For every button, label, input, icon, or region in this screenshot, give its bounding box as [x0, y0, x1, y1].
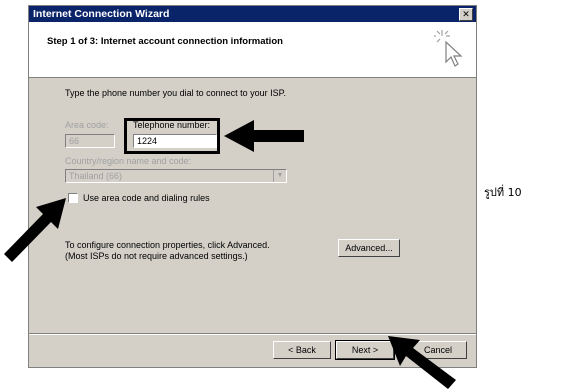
back-button[interactable]: < Back — [273, 341, 331, 359]
country-label: Country/region name and code: — [65, 156, 192, 166]
wizard-header: Step 1 of 3: Internet account connection… — [29, 22, 476, 78]
wizard-window: Internet Connection Wizard ✕ Step 1 of 3… — [28, 5, 477, 368]
use-area-code-label: Use area code and dialing rules — [83, 193, 210, 203]
country-select[interactable]: Thailand (66) ▼ — [65, 169, 287, 183]
advanced-button[interactable]: Advanced... — [338, 239, 400, 257]
chevron-down-icon: ▼ — [273, 170, 286, 182]
wizard-cursor-icon — [434, 30, 463, 67]
step-title: Step 1 of 3: Internet account connection… — [47, 36, 283, 47]
telephone-highlight-box — [124, 118, 220, 154]
advanced-info-text: To configure connection properties, clic… — [65, 240, 270, 250]
figure-caption: รูปที่ 10 — [484, 186, 522, 199]
area-code-input[interactable]: 66 — [65, 134, 115, 148]
arrow-up-left-icon — [388, 336, 456, 389]
title-bar[interactable]: Internet Connection Wizard ✕ — [29, 6, 476, 22]
close-button[interactable]: ✕ — [459, 8, 473, 21]
arrow-up-right-icon — [4, 198, 66, 262]
arrow-left-icon — [224, 120, 304, 152]
window-title: Internet Connection Wizard — [33, 8, 170, 20]
area-code-label: Area code: — [65, 120, 109, 130]
instruction-text: Type the phone number you dial to connec… — [65, 88, 286, 98]
wizard-content: Type the phone number you dial to connec… — [29, 78, 476, 328]
use-area-code-checkbox[interactable] — [68, 193, 78, 203]
advanced-info-note: (Most ISPs do not require advanced setti… — [65, 251, 248, 261]
country-select-value: Thailand (66) — [69, 171, 123, 181]
